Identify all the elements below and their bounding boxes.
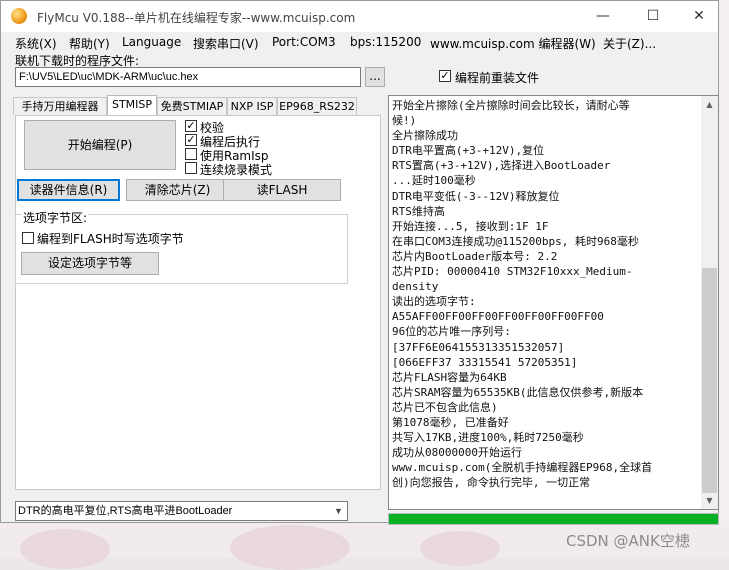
log-line: 芯片FLASH容量为64KB bbox=[392, 370, 507, 384]
menu-bar: 系统(X) 帮助(Y) Language 搜索串口(V) Port:COM3 b… bbox=[1, 32, 718, 52]
log-line: 芯片PID: 00000410 STM32F10xxx_Medium- bbox=[392, 265, 633, 279]
checkmark-icon: ✓ bbox=[440, 69, 450, 82]
checkmark-icon: ✓ bbox=[186, 119, 196, 132]
program-file-path-input[interactable]: F:\UV5\LED\uc\MDK-ARM\uc\uc.hex bbox=[15, 67, 361, 87]
tab-handheld-programmer[interactable]: 手持万用编程器 bbox=[13, 97, 107, 115]
menu-search-port[interactable]: 搜索串口(V) bbox=[193, 35, 259, 52]
write-option-bytes-label: 编程到FLASH时写选项字节 bbox=[37, 232, 184, 246]
tab-free-stmiap[interactable]: 免费STMIAP bbox=[157, 97, 227, 115]
menu-port[interactable]: Port:COM3 bbox=[272, 35, 336, 49]
flymcu-app-icon bbox=[11, 8, 27, 24]
log-line: RTS维持高 bbox=[392, 204, 445, 218]
log-lines: 开始全片擦除(全片擦除时间会比较长，请耐心等 候!) 全片擦除成功 DTR电平置高(+… bbox=[392, 98, 698, 490]
chevron-down-icon[interactable]: ▼ bbox=[330, 502, 347, 520]
start-programming-button[interactable]: 开始编程(P) bbox=[24, 120, 176, 170]
watermark: CSDN @ANK空槵 bbox=[566, 532, 690, 550]
log-line: 共写入17KB,进度100%,耗时7250毫秒 bbox=[392, 431, 584, 445]
boot-mode-selected-value: DTR的高电平复位,RTS高电平进BootLoader bbox=[18, 505, 233, 517]
scrollbar-thumb[interactable] bbox=[702, 268, 717, 493]
log-line: DTR电平变低(-3--12V)释放复位 bbox=[392, 189, 560, 203]
log-line: 候!) bbox=[392, 114, 417, 128]
verify-checkbox[interactable]: ✓ bbox=[185, 120, 197, 132]
log-line: DTR电平置高(+3-+12V),复位 bbox=[392, 144, 545, 158]
read-device-info-button[interactable]: 读器件信息(R) bbox=[17, 179, 120, 201]
log-line: 在串口COM3连接成功@115200bps, 耗时968毫秒 bbox=[392, 234, 639, 248]
log-line: 读出的选项字节: bbox=[392, 295, 476, 309]
title-bar[interactable]: FlyMcu V0.188--单片机在线编程专家--www.mcuisp.com… bbox=[1, 1, 718, 32]
option-bytes-title: 选项字节区: bbox=[22, 209, 89, 226]
tab-stmisp[interactable]: STMISP bbox=[107, 95, 157, 116]
log-line: 芯片内BootLoader版本号: 2.2 bbox=[392, 249, 558, 263]
log-line: density bbox=[392, 280, 439, 294]
menu-language[interactable]: Language bbox=[122, 35, 181, 49]
window-title: FlyMcu V0.188--单片机在线编程专家--www.mcuisp.com bbox=[37, 11, 356, 25]
maximize-button[interactable]: ☐ bbox=[630, 1, 676, 32]
continuous-burn-label: 连续烧录模式 bbox=[200, 163, 273, 177]
reload-before-program-checkbox[interactable]: ✓ bbox=[439, 70, 451, 82]
checkmark-icon: ✓ bbox=[186, 133, 196, 146]
use-ramisp-checkbox[interactable] bbox=[185, 148, 197, 160]
scroll-up-arrow-icon[interactable]: ▲ bbox=[701, 96, 718, 113]
set-option-bytes-button[interactable]: 设定选项字节等 bbox=[21, 252, 159, 275]
log-line: [066EFF37 33315541 57205351] bbox=[392, 355, 578, 369]
tab-ep968-rs232[interactable]: EP968_RS232 bbox=[277, 97, 357, 115]
menu-programmer[interactable]: www.mcuisp.com 编程器(W) bbox=[430, 35, 596, 52]
log-line: RTS置高(+3-+12V),选择进入BootLoader bbox=[392, 159, 611, 173]
run-after-program-checkbox[interactable]: ✓ bbox=[185, 134, 197, 146]
log-line: 创)向您报告, 命令执行完毕, 一切正常 bbox=[392, 476, 591, 490]
log-line: 96位的芯片唯一序列号: bbox=[392, 325, 511, 339]
continuous-burn-checkbox[interactable] bbox=[185, 162, 197, 174]
log-scrollbar[interactable]: ▲ ▼ bbox=[701, 96, 718, 509]
log-line: 开始连接...5, 接收到:1F 1F bbox=[392, 219, 549, 233]
browse-file-button[interactable]: ... bbox=[365, 67, 385, 87]
log-line: www.mcuisp.com(全脱机手持编程器EP968,全球首 bbox=[392, 461, 653, 475]
log-line: 芯片已不包含此信息) bbox=[392, 400, 498, 414]
log-line: 芯片SRAM容量为65535KB(此信息仅供参考,新版本 bbox=[392, 385, 644, 399]
erase-chip-button[interactable]: 清除芯片(Z) bbox=[126, 179, 229, 201]
minimize-button[interactable]: — bbox=[580, 1, 626, 32]
log-line: 开始全片擦除(全片擦除时间会比较长，请耐心等 bbox=[392, 99, 630, 112]
log-output[interactable]: 开始全片擦除(全片擦除时间会比较长，请耐心等 候!) 全片擦除成功 DTR电平置高(+… bbox=[388, 95, 719, 510]
log-line: 成功从08000000开始运行 bbox=[392, 446, 522, 460]
tab-nxp-isp[interactable]: NXP ISP bbox=[227, 97, 277, 115]
log-line: 第1078毫秒, 已准备好 bbox=[392, 415, 509, 429]
stmisp-panel: 开始编程(P) ✓ 校验 ✓ 编程后执行 使用RamIsp 连续烧录模式 读器件… bbox=[15, 115, 381, 490]
menu-bps[interactable]: bps:115200 bbox=[350, 35, 421, 49]
write-option-bytes-checkbox[interactable] bbox=[22, 232, 34, 244]
log-line: ...延时100毫秒 bbox=[392, 174, 476, 188]
close-button[interactable]: ✕ bbox=[676, 1, 722, 32]
menu-about[interactable]: 关于(Z)... bbox=[603, 35, 656, 52]
progress-bar bbox=[388, 513, 719, 525]
app-window: FlyMcu V0.188--单片机在线编程专家--www.mcuisp.com… bbox=[0, 0, 719, 525]
log-line: 全片擦除成功 bbox=[392, 129, 458, 143]
scroll-down-arrow-icon[interactable]: ▼ bbox=[701, 492, 718, 509]
read-flash-button[interactable]: 读FLASH bbox=[223, 179, 341, 201]
menu-help[interactable]: 帮助(Y) bbox=[69, 35, 110, 52]
reload-before-program-label: 编程前重装文件 bbox=[455, 71, 540, 85]
desktop-background-right bbox=[719, 0, 729, 558]
boot-mode-select[interactable]: DTR的高电平复位,RTS高电平进BootLoader ▼ bbox=[15, 501, 348, 521]
log-line: A55AFF00FF00FF00FF00FF00FF00FF00 bbox=[392, 310, 604, 324]
progress-bar-fill bbox=[389, 514, 718, 524]
log-line: [37FF6E064155313351532057] bbox=[392, 340, 565, 354]
menu-system[interactable]: 系统(X) bbox=[15, 35, 57, 52]
